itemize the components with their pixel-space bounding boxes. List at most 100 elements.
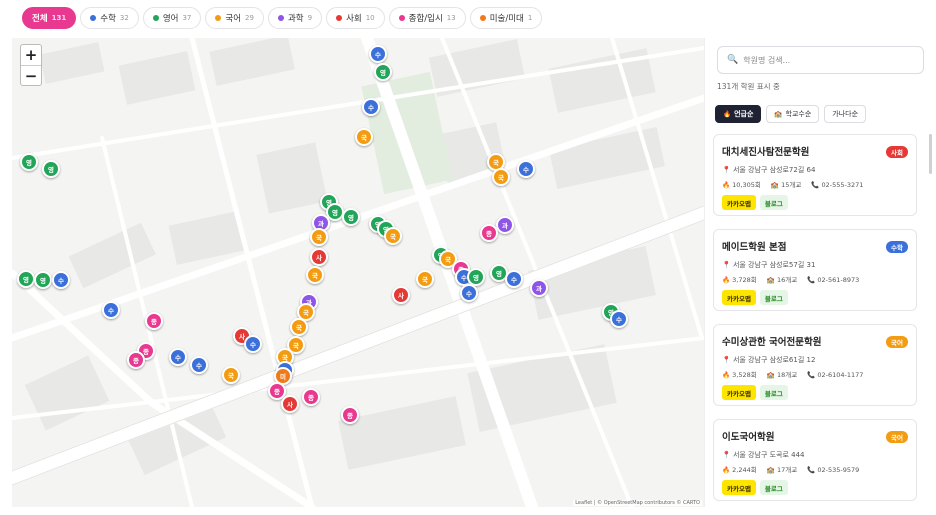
filter-chip-6[interactable]: 종합/입시 13 bbox=[388, 7, 466, 29]
blog-button[interactable]: 블로그 bbox=[759, 290, 788, 305]
phone-value: 02-561-8973 bbox=[817, 276, 860, 284]
academy-name: 대치세진사탐전문학원 bbox=[722, 147, 810, 158]
academy-map-marker[interactable]: 사 bbox=[310, 248, 328, 266]
kakao-map-button[interactable]: 카카오맵 bbox=[722, 385, 756, 400]
sort-button-2[interactable]: 가나다순 bbox=[824, 105, 867, 123]
sort-button-1[interactable]: 🏫 학교수순 bbox=[766, 105, 820, 123]
blog-button[interactable]: 블로그 bbox=[759, 480, 788, 495]
phone-stat[interactable]: 📞 02-561-8973 bbox=[807, 276, 864, 284]
academy-map-marker[interactable]: 영 bbox=[374, 63, 392, 81]
map-attribution[interactable]: Leaflet | © OpenStreetMap contributors ©… bbox=[573, 500, 702, 506]
mentions-stat: 🔥 2,244회 bbox=[722, 466, 757, 474]
color-dot-icon bbox=[336, 15, 343, 21]
filter-chip-0[interactable]: 전체 131 bbox=[22, 7, 77, 29]
kakao-map-button[interactable]: 카카오맵 bbox=[722, 480, 756, 495]
academy-map-marker[interactable]: 종 bbox=[480, 224, 498, 242]
academy-map-marker[interactable]: 수 bbox=[190, 356, 208, 374]
sort-options: 🔥 언급순 🏫 학교수순 가나다순 bbox=[715, 105, 867, 123]
schools-stat: 🏫 16개교 bbox=[766, 276, 798, 284]
phone-stat[interactable]: 📞 02-6104-1177 bbox=[807, 371, 868, 379]
blog-button[interactable]: 블로그 bbox=[759, 195, 788, 210]
schools-value: 18개교 bbox=[776, 371, 798, 379]
phone-stat[interactable]: 📞 02-535-9579 bbox=[807, 466, 864, 474]
academy-map-marker[interactable]: 종 bbox=[145, 312, 163, 330]
academy-map-marker[interactable]: 영 bbox=[17, 270, 35, 288]
filter-chip-count: 13 bbox=[446, 14, 456, 22]
filter-chip-7[interactable]: 미술/미대 1 bbox=[469, 7, 543, 29]
filter-chip-1[interactable]: 수학 32 bbox=[80, 7, 139, 29]
filter-chip-3[interactable]: 국어 29 bbox=[205, 7, 264, 29]
kakao-map-button[interactable]: 카카오맵 bbox=[722, 195, 756, 210]
phone-stat[interactable]: 📞 02-555-3271 bbox=[811, 181, 868, 189]
academy-map-marker[interactable]: 국 bbox=[384, 227, 402, 245]
address-text: 서울 강남구 도곡로 444 bbox=[732, 451, 805, 459]
filter-chip-2[interactable]: 영어 37 bbox=[142, 7, 202, 29]
list-scrollbar[interactable] bbox=[929, 134, 932, 174]
academy-map-marker[interactable]: 수 bbox=[460, 284, 478, 302]
academy-address: 📍 서울 강남구 삼성로72길 64 bbox=[722, 165, 815, 175]
academy-map-marker[interactable]: 국 bbox=[290, 318, 308, 336]
academy-address: 📍 서울 강남구 삼성로57길 31 bbox=[722, 260, 815, 270]
academy-map-marker[interactable]: 영 bbox=[20, 153, 38, 171]
academy-map-marker[interactable]: 국 bbox=[310, 228, 328, 246]
phone-value: 02-6104-1177 bbox=[817, 371, 864, 379]
academy-card[interactable]: 대치세진사탐전문학원 사회 📍 서울 강남구 삼성로72길 64 🔥 10,305회 🏫… bbox=[713, 134, 917, 216]
academy-map-marker[interactable]: 사 bbox=[281, 395, 299, 413]
academy-map-marker[interactable]: 국 bbox=[222, 366, 240, 384]
academy-map-marker[interactable]: 수 bbox=[517, 160, 535, 178]
location-pin-icon: 📍 bbox=[722, 166, 733, 174]
academy-map-marker[interactable]: 국 bbox=[416, 270, 434, 288]
sort-button-0[interactable]: 🔥 언급순 bbox=[715, 105, 762, 123]
subject-filter-bar: 전체 131 수학 32 영어 37 국어 29 과학 9 사회 10 종합/입시 13 미술/미대 1 bbox=[22, 7, 543, 29]
academy-map-marker[interactable]: 영 bbox=[42, 160, 60, 178]
filter-chip-count: 131 bbox=[51, 14, 67, 22]
academy-map-marker[interactable]: 수 bbox=[505, 270, 523, 288]
academy-card[interactable]: 수미상관한 국어전문학원 국어 📍 서울 강남구 삼성로61길 12 🔥 3,528회… bbox=[713, 324, 917, 406]
phone-value: 02-535-9579 bbox=[817, 466, 860, 474]
mentions-value: 3,528회 bbox=[732, 371, 757, 379]
zoom-in-button[interactable]: + bbox=[21, 45, 41, 65]
academy-map-marker[interactable]: 과 bbox=[530, 279, 548, 297]
academy-map-marker[interactable]: 영 bbox=[342, 208, 360, 226]
mentions-stat: 🔥 3,528회 bbox=[722, 371, 757, 379]
card-actions: 카카오맵 블로그 bbox=[722, 385, 788, 400]
academy-map-marker[interactable]: 수 bbox=[102, 301, 120, 319]
academy-map-marker[interactable]: 국 bbox=[306, 266, 324, 284]
academy-map-marker[interactable]: 수 bbox=[362, 98, 380, 116]
academy-card[interactable]: 이도국어학원 국어 📍 서울 강남구 도곡로 444 🔥 2,244회 🏫 17개교 📞 … bbox=[713, 419, 917, 501]
academy-stats: 🔥 10,305회 🏫 15개교 📞 02-555-3271 bbox=[722, 179, 873, 189]
academy-map-marker[interactable]: 종 bbox=[302, 388, 320, 406]
academy-list[interactable]: 대치세진사탐전문학원 사회 📍 서울 강남구 삼성로72길 64 🔥 10,305회 🏫… bbox=[713, 134, 925, 507]
academy-map-marker[interactable]: 수 bbox=[610, 310, 628, 328]
schools-stat: 🏫 17개교 bbox=[766, 466, 798, 474]
location-pin-icon: 📍 bbox=[722, 261, 733, 269]
academy-map-marker[interactable]: 영 bbox=[34, 271, 52, 289]
filter-chip-4[interactable]: 과학 9 bbox=[267, 7, 323, 29]
academy-map-marker[interactable]: 수 bbox=[52, 271, 70, 289]
color-dot-icon bbox=[479, 15, 486, 21]
academy-map-marker[interactable]: 종 bbox=[127, 351, 145, 369]
academy-map-marker[interactable]: 수 bbox=[369, 45, 387, 63]
blog-button[interactable]: 블로그 bbox=[759, 385, 788, 400]
search-input[interactable]: 🔍 학원명 검색... bbox=[717, 46, 924, 74]
card-actions: 카카오맵 블로그 bbox=[722, 195, 788, 210]
filter-chip-5[interactable]: 사회 10 bbox=[326, 7, 385, 29]
filter-chip-count: 29 bbox=[245, 14, 254, 22]
subject-badge: 국어 bbox=[886, 336, 908, 348]
academy-map-marker[interactable]: 사 bbox=[392, 286, 410, 304]
search-icon: 🔍 bbox=[727, 55, 739, 65]
academy-map-marker[interactable]: 수 bbox=[169, 348, 187, 366]
academy-map-marker[interactable]: 국 bbox=[492, 168, 510, 186]
academy-map-marker[interactable]: 과 bbox=[496, 216, 514, 234]
address-text: 서울 강남구 삼성로57길 31 bbox=[732, 261, 816, 269]
academy-map-marker[interactable]: 국 bbox=[355, 128, 373, 146]
zoom-out-button[interactable]: − bbox=[21, 65, 41, 85]
academy-map-marker[interactable]: 수 bbox=[244, 335, 262, 353]
mentions-stat: 🔥 10,305회 bbox=[722, 181, 761, 189]
academy-map-marker[interactable]: 종 bbox=[341, 406, 359, 424]
kakao-map-button[interactable]: 카카오맵 bbox=[722, 290, 756, 305]
academy-card[interactable]: 메이드학원 본점 수학 📍 서울 강남구 삼성로57길 31 🔥 3,728회 🏫 16… bbox=[713, 229, 917, 311]
card-actions: 카카오맵 블로그 bbox=[722, 480, 788, 495]
map-view[interactable]: + − 수영수국영영국국수영영영과국영영국과종사국과국국영국종수영수국영수과사영… bbox=[12, 38, 704, 507]
filter-chip-count: 37 bbox=[182, 14, 192, 22]
